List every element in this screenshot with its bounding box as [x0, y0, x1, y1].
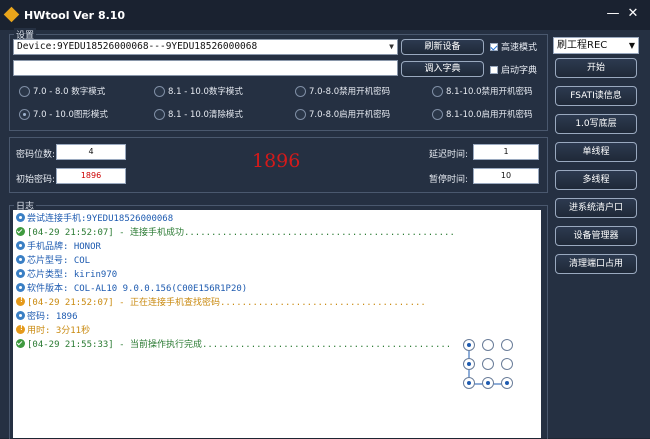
title-bar: HWtool Ver 8.10 — ✕ — [0, 0, 650, 30]
clear-account-button[interactable]: 进系统清户口 — [555, 198, 637, 218]
app-logo-icon — [3, 6, 20, 23]
radio-mode-4[interactable]: 7.0 - 10.0图形模式 — [19, 108, 108, 120]
device-combo[interactable]: Device:9YEDU18526000068---9YEDU185260000… — [13, 39, 398, 55]
radio-icon — [154, 86, 165, 97]
delay-label: 延迟时间: — [429, 150, 469, 160]
pause-label: 暂停时间: — [429, 175, 469, 185]
start-dict-checkbox[interactable]: 启动字典 — [490, 63, 537, 76]
init-code-label: 初始密码: — [16, 175, 56, 185]
success-icon — [16, 339, 25, 348]
start-button[interactable]: 开始 — [555, 58, 637, 78]
radio-selected-icon — [19, 109, 30, 120]
mode-select-value: 刷工程REC — [557, 40, 608, 51]
clear-port-button[interactable]: 清理端口占用 — [555, 254, 637, 274]
warning-icon — [16, 323, 25, 334]
radio-mode-6[interactable]: 7.0-8.0启用开机密码 — [295, 108, 390, 120]
radio-mode-7[interactable]: 8.1-10.0启用开机密码 — [432, 108, 533, 120]
multi-thread-button[interactable]: 多线程 — [555, 170, 637, 190]
info-icon — [16, 241, 25, 250]
fsati-read-info-button[interactable]: FSATI读信息 — [555, 86, 637, 106]
log-line: [04-29 21:52:07] - 正在连接手机查找密码...........… — [16, 295, 426, 308]
high-speed-checkbox[interactable]: 高速模式 — [490, 40, 537, 53]
log-line: 芯片型号: COL — [16, 253, 90, 266]
write-base-button[interactable]: 1.0写底层 — [555, 114, 637, 134]
chevron-down-icon: ▼ — [628, 41, 635, 50]
single-thread-button[interactable]: 单线程 — [555, 142, 637, 162]
digits-label: 密码位数: — [16, 150, 56, 160]
pattern-node — [501, 339, 513, 351]
pause-input[interactable]: 10 — [473, 168, 539, 184]
radio-icon — [295, 86, 306, 97]
info-icon — [16, 283, 25, 292]
refresh-devices-button[interactable]: 刷新设备 — [401, 39, 484, 55]
log-line: 芯片类型: kirin970 — [16, 267, 117, 280]
log-line: 密码: 1896 — [16, 309, 78, 322]
checkbox-checked-icon — [490, 43, 498, 51]
start-dict-label: 启动字典 — [501, 66, 538, 76]
radio-icon — [295, 109, 306, 120]
log-line: 尝试连接手机:9YEDU18526000068 — [16, 211, 173, 224]
log-line: 软件版本: COL-AL10 9.0.0.156(C00E156R1P20) — [16, 281, 247, 294]
device-combo-value: Device:9YEDU18526000068---9YEDU185260000… — [17, 41, 258, 52]
device-manager-button[interactable]: 设备管理器 — [555, 226, 637, 246]
warning-icon — [16, 295, 25, 306]
digits-input[interactable]: 4 — [56, 144, 126, 160]
minimize-button[interactable]: — — [604, 6, 622, 22]
checkbox-unchecked-icon — [490, 66, 498, 74]
pattern-node — [501, 358, 513, 370]
log-panel[interactable]: 尝试连接手机:9YEDU18526000068 [04-29 21:52:07]… — [13, 210, 541, 438]
log-line: [04-29 21:52:07] - 连接手机成功...............… — [16, 225, 455, 238]
path-field[interactable] — [13, 60, 398, 76]
info-icon — [16, 255, 25, 264]
radio-mode-5[interactable]: 8.1 - 10.0清除模式 — [154, 108, 243, 120]
info-icon — [16, 269, 25, 278]
current-code-display: 1896 — [252, 150, 301, 172]
pattern-node — [482, 377, 494, 389]
radio-mode-2[interactable]: 7.0-8.0禁用开机密码 — [295, 85, 390, 97]
radio-icon — [19, 86, 30, 97]
high-speed-label: 高速模式 — [501, 43, 538, 53]
window-title: HWtool Ver 8.10 — [24, 9, 126, 22]
chevron-down-icon: ▼ — [389, 42, 394, 51]
pattern-node — [482, 358, 494, 370]
pattern-node — [463, 339, 475, 351]
log-line: 手机品牌: HONOR — [16, 239, 101, 252]
import-dict-button[interactable]: 调入字典 — [401, 61, 484, 77]
radio-icon — [432, 86, 443, 97]
init-code-input[interactable]: 1896 — [56, 168, 126, 184]
radio-icon — [154, 109, 165, 120]
log-line: [04-29 21:55:33] - 当前操作执行完成.............… — [16, 337, 451, 350]
mode-select[interactable]: 刷工程REC ▼ — [553, 37, 639, 54]
delay-input[interactable]: 1 — [473, 144, 539, 160]
pattern-node — [463, 377, 475, 389]
radio-mode-3[interactable]: 8.1-10.0禁用开机密码 — [432, 85, 533, 97]
pattern-node — [501, 377, 513, 389]
pattern-node — [482, 339, 494, 351]
pattern-node — [463, 358, 475, 370]
radio-mode-1[interactable]: 8.1 - 10.0数字模式 — [154, 85, 243, 97]
close-button[interactable]: ✕ — [624, 6, 642, 22]
log-line: 用时: 3分11秒 — [16, 323, 90, 336]
radio-mode-0[interactable]: 7.0 - 8.0 数字模式 — [19, 85, 105, 97]
radio-icon — [432, 109, 443, 120]
info-icon — [16, 311, 25, 320]
success-icon — [16, 227, 25, 236]
pattern-lock — [463, 339, 529, 405]
info-icon — [16, 213, 25, 222]
